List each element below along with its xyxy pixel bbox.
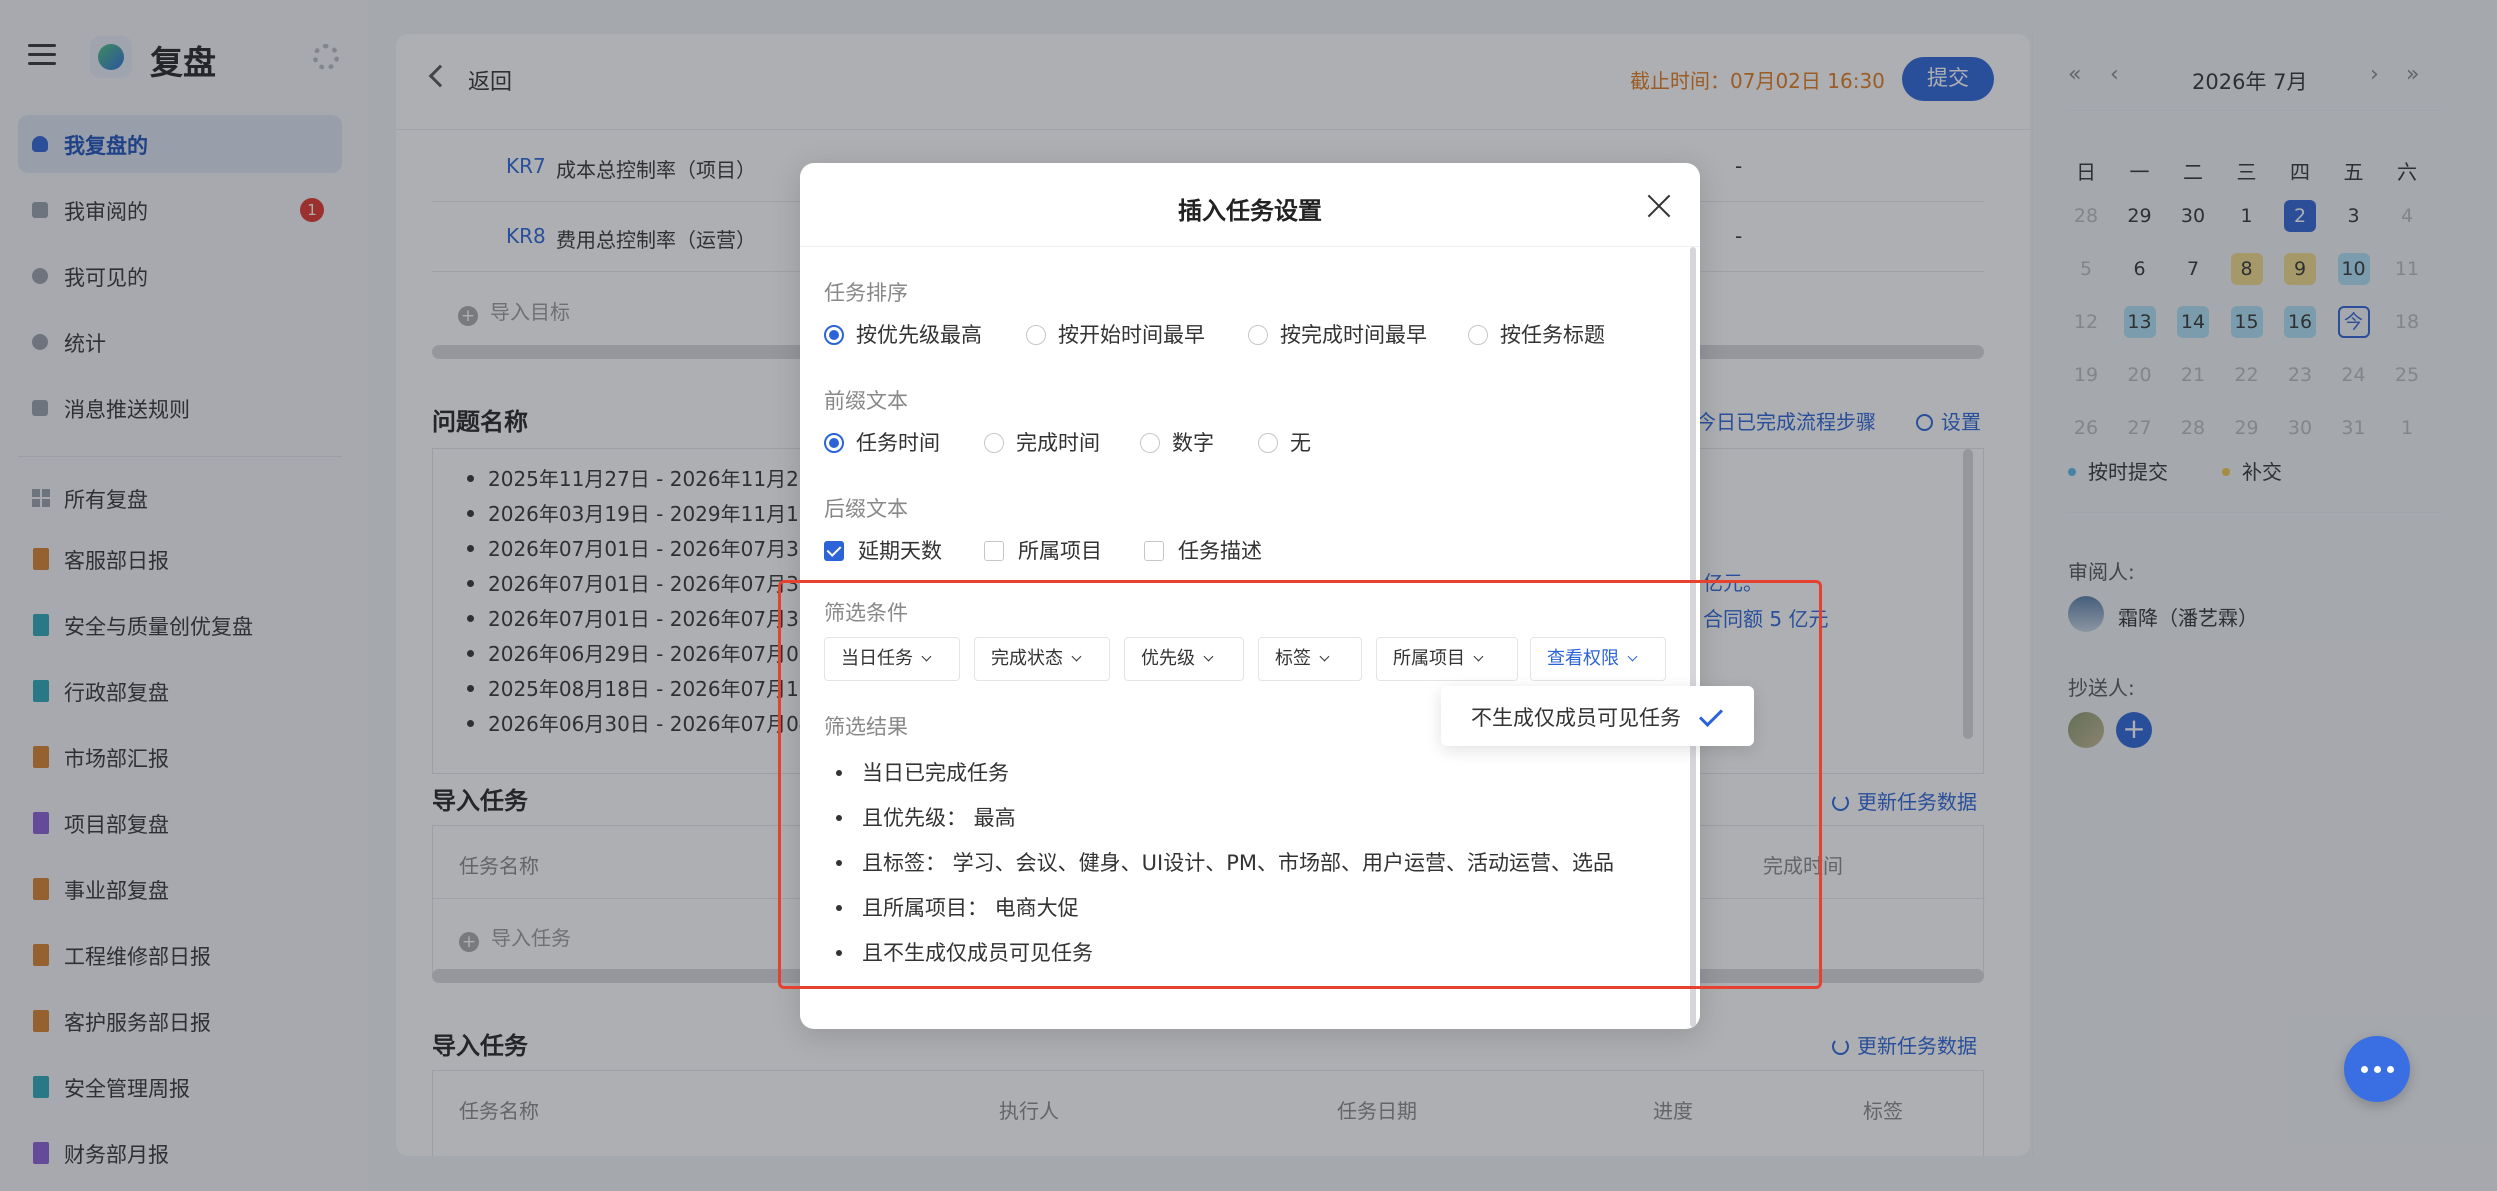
prefix-option[interactable]: 任务时间 bbox=[824, 427, 940, 457]
option-label: 按开始时间最早 bbox=[1058, 323, 1205, 347]
checkbox-icon[interactable] bbox=[1144, 541, 1164, 561]
sort-label: 任务排序 bbox=[824, 281, 908, 305]
sort-option[interactable]: 按任务标题 bbox=[1468, 319, 1605, 349]
suffix-label: 后缀文本 bbox=[824, 497, 908, 521]
option-label: 延期天数 bbox=[858, 539, 942, 563]
prefix-option[interactable]: 无 bbox=[1258, 427, 1311, 457]
option-label: 按完成时间最早 bbox=[1280, 323, 1427, 347]
prefix-option[interactable]: 完成时间 bbox=[984, 427, 1100, 457]
sort-option[interactable]: 按完成时间最早 bbox=[1248, 319, 1427, 349]
radio-icon[interactable] bbox=[1468, 325, 1488, 345]
radio-icon[interactable] bbox=[984, 433, 1004, 453]
option-label: 完成时间 bbox=[1016, 431, 1100, 455]
prefix-option[interactable]: 数字 bbox=[1140, 427, 1214, 457]
checkbox-icon[interactable] bbox=[984, 541, 1004, 561]
chat-fab-button[interactable] bbox=[2344, 1036, 2410, 1102]
sort-option[interactable]: 按开始时间最早 bbox=[1026, 319, 1205, 349]
radio-icon[interactable] bbox=[1140, 433, 1160, 453]
dialog-title: 插入任务设置 bbox=[1178, 197, 1322, 225]
option-label: 数字 bbox=[1172, 431, 1214, 455]
option-label: 所属项目 bbox=[1018, 539, 1102, 563]
option-label: 任务描述 bbox=[1178, 539, 1262, 563]
checkbox-icon[interactable] bbox=[824, 541, 844, 561]
suffix-option[interactable]: 任务描述 bbox=[1144, 535, 1262, 565]
prefix-label: 前缀文本 bbox=[824, 389, 908, 413]
radio-icon[interactable] bbox=[1258, 433, 1278, 453]
suffix-option[interactable]: 所属项目 bbox=[984, 535, 1102, 565]
close-icon[interactable] bbox=[1646, 193, 1672, 219]
option-label: 按任务标题 bbox=[1500, 323, 1605, 347]
highlight-box bbox=[778, 580, 1822, 989]
radio-icon[interactable] bbox=[824, 433, 844, 453]
sort-option[interactable]: 按优先级最高 bbox=[824, 319, 982, 349]
option-label: 无 bbox=[1290, 431, 1311, 455]
suffix-option[interactable]: 延期天数 bbox=[824, 535, 942, 565]
radio-icon[interactable] bbox=[1026, 325, 1046, 345]
radio-icon[interactable] bbox=[1248, 325, 1268, 345]
divider bbox=[800, 246, 1700, 247]
option-label: 按优先级最高 bbox=[856, 323, 982, 347]
radio-icon[interactable] bbox=[824, 325, 844, 345]
option-label: 任务时间 bbox=[856, 431, 940, 455]
